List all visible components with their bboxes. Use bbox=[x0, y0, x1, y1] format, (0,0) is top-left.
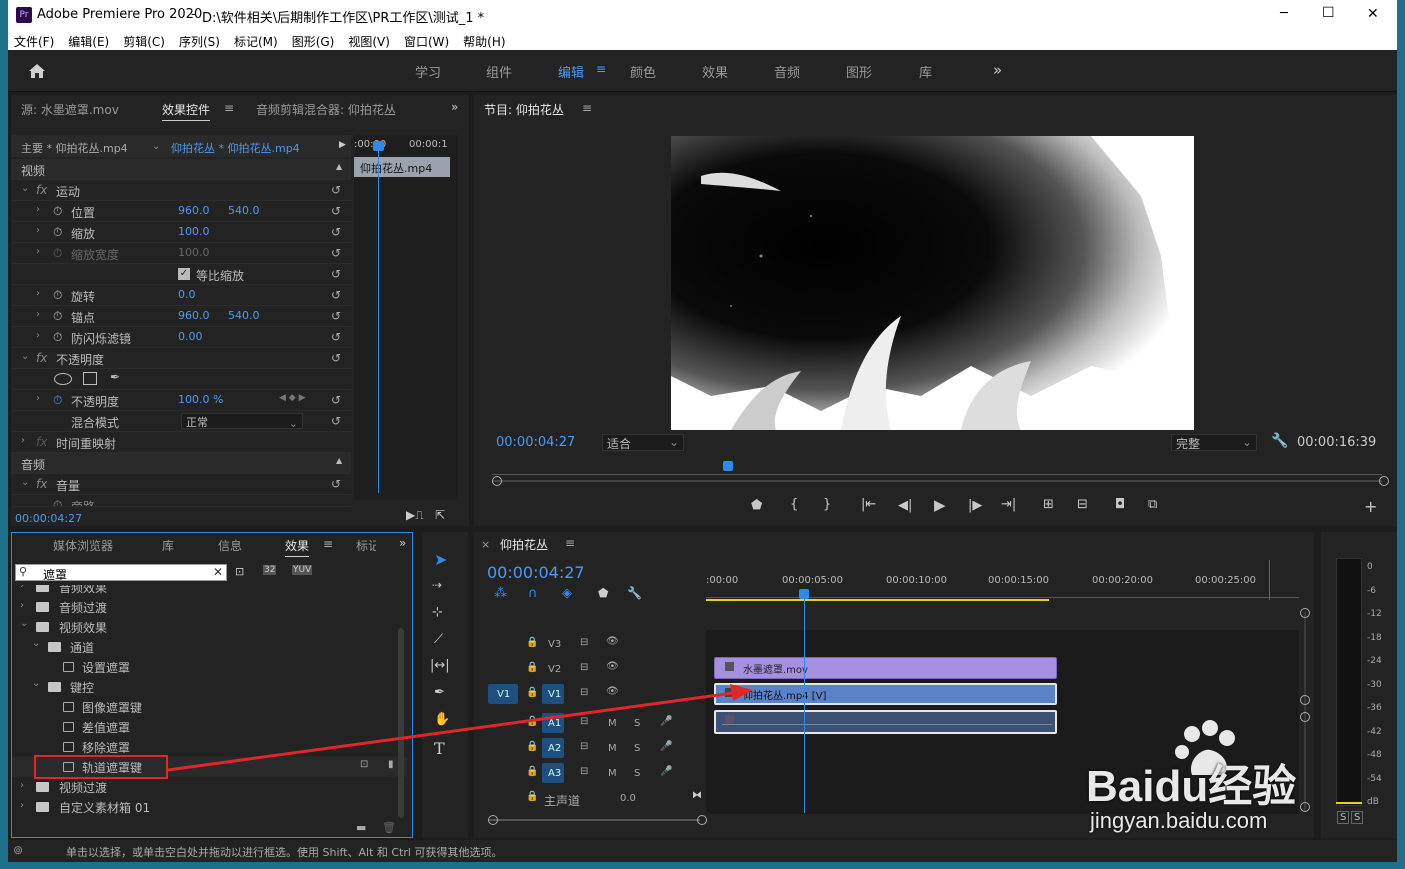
premiere-window: Pr Adobe Premiere Pro 2020 - D:\软件相关\后期制… bbox=[8, 0, 1397, 862]
playhead-line bbox=[804, 595, 805, 813]
watermark-url: jingyan.baidu.com bbox=[1090, 808, 1268, 833]
watermark: Baidu经验 jingyan.baidu.com bbox=[1080, 720, 1340, 840]
watermark-brand: Baidu经验 bbox=[1086, 762, 1297, 811]
